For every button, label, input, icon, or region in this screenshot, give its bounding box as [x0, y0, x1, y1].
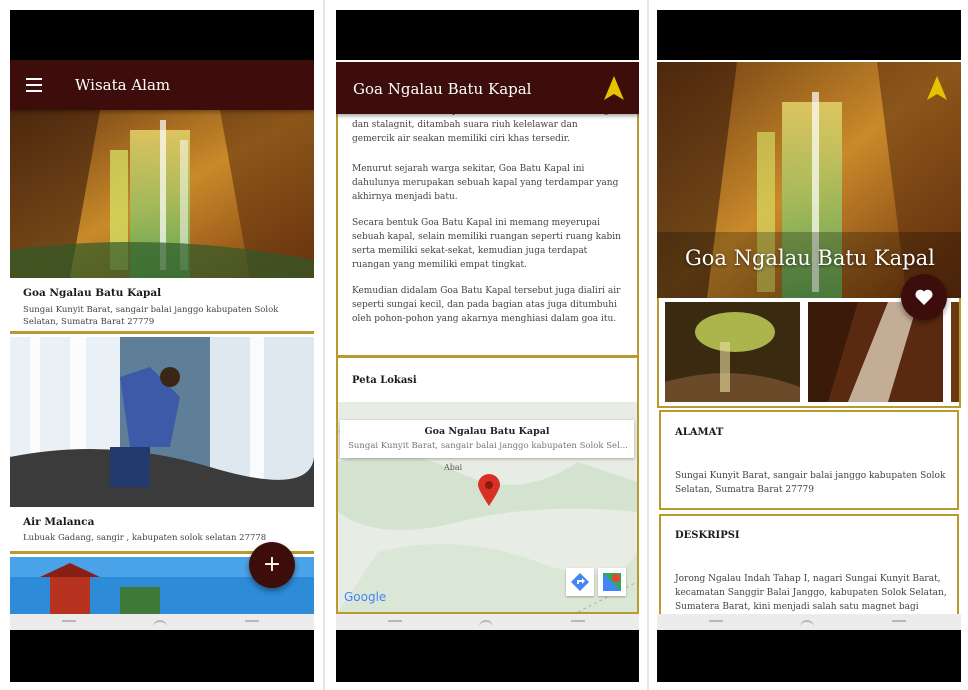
- app-bar: Wisata Alam: [10, 60, 314, 110]
- address-section: ALAMAT Sungai Kunyit Barat, sangair bala…: [659, 410, 959, 510]
- add-button[interactable]: +: [249, 542, 295, 588]
- map-info-window[interactable]: Goa Ngalau Batu Kapal Sungai Kunyit Bara…: [340, 420, 634, 458]
- card-title: Air Malanca: [23, 516, 95, 528]
- paragraph: Kemudian didalam Goa Batu Kapal tersebut…: [352, 286, 621, 324]
- home-icon[interactable]: [800, 620, 814, 628]
- navigation-arrow-icon[interactable]: [927, 76, 947, 100]
- app-bar: Goa Ngalau Batu Kapal: [336, 62, 639, 114]
- card-address: Lubuak Gadang, sangir , kabupaten solok …: [23, 533, 267, 543]
- card-title: Goa Ngalau Batu Kapal: [23, 287, 162, 299]
- map-place-label: Abai: [444, 463, 463, 472]
- map-pin-icon[interactable]: [478, 474, 500, 506]
- card-address: Sungai Kunyit Barat, sangair balai jangg…: [23, 305, 279, 327]
- recents-icon[interactable]: [571, 620, 585, 628]
- phone-screen-collapsing: Goa Ngalau Batu Kapal ALAMAT Sungai Kuny…: [657, 0, 961, 690]
- address-title: ALAMAT: [675, 427, 724, 438]
- status-area: [10, 10, 314, 60]
- back-icon[interactable]: [62, 620, 76, 628]
- home-icon[interactable]: [479, 620, 493, 628]
- bottom-black-area: [10, 630, 314, 682]
- description-title: DESKRIPSI: [675, 530, 740, 541]
- directions-icon[interactable]: [566, 568, 594, 596]
- home-icon[interactable]: [153, 620, 167, 628]
- app-title: Goa Ngalau Batu Kapal: [353, 80, 532, 98]
- divider: [323, 0, 325, 690]
- card-cave[interactable]: Goa Ngalau Batu Kapal Sungai Kunyit Bara…: [10, 278, 314, 334]
- map-section-title: Peta Lokasi: [352, 375, 417, 386]
- google-logo: Google: [344, 590, 387, 604]
- status-area: [336, 10, 639, 60]
- google-maps-icon[interactable]: [598, 568, 626, 596]
- gallery-photo[interactable]: [665, 302, 800, 402]
- address-text: Sungai Kunyit Barat, sangair balai jangg…: [675, 471, 946, 495]
- divider: [647, 0, 649, 690]
- card-image-cave[interactable]: [10, 110, 314, 278]
- description-text: Jorong Ngalau Indah Tahap I, nagari Sung…: [675, 574, 947, 612]
- map-view[interactable]: Goa Ngalau Batu Kapal Sungai Kunyit Bara…: [338, 402, 637, 612]
- system-nav-bar: [336, 614, 639, 630]
- back-icon[interactable]: [388, 620, 402, 628]
- heart-icon: [915, 289, 933, 305]
- description-section: DESKRIPSI Jorong Ngalau Indah Tahap I, n…: [659, 514, 959, 624]
- add-icon: +: [262, 552, 282, 577]
- system-nav-bar: [10, 614, 314, 630]
- map-section: Peta Lokasi Goa Ngalau Batu Kapal Sungai…: [336, 358, 639, 614]
- paragraph: Menurut sejarah warga sekitar, Goa Batu …: [352, 164, 619, 202]
- recents-icon[interactable]: [892, 620, 906, 628]
- map-popup-title: Goa Ngalau Batu Kapal: [424, 426, 550, 437]
- menu-icon[interactable]: [26, 77, 42, 92]
- back-icon[interactable]: [709, 620, 723, 628]
- navigation-arrow-icon[interactable]: [604, 76, 624, 100]
- status-area: [657, 10, 961, 60]
- recents-icon[interactable]: [245, 620, 259, 628]
- phone-screen-list: Wisata Alam Goa Ngalau Batu Kapal Sungai…: [10, 0, 314, 690]
- favorite-button[interactable]: [901, 274, 947, 320]
- hero-title: Goa Ngalau Batu Kapal: [685, 246, 935, 270]
- phone-screen-detail: Keasrian Goa Batu Kapal ini terlihat dar…: [336, 0, 639, 690]
- gallery-photo[interactable]: [951, 302, 959, 402]
- hero-image: Goa Ngalau Batu Kapal: [657, 62, 961, 298]
- system-nav-bar: [657, 614, 961, 630]
- description-section: Keasrian Goa Batu Kapal ini terlihat dar…: [336, 100, 639, 358]
- paragraph: Secara bentuk Goa Batu Kapal ini memang …: [352, 218, 621, 270]
- bottom-black-area: [657, 630, 961, 682]
- bottom-black-area: [336, 630, 639, 682]
- map-popup-address: Sungai Kunyit Barat, sangair balai jangg…: [348, 441, 628, 451]
- app-title: Wisata Alam: [75, 76, 171, 94]
- card-image-waterfall[interactable]: [10, 337, 314, 507]
